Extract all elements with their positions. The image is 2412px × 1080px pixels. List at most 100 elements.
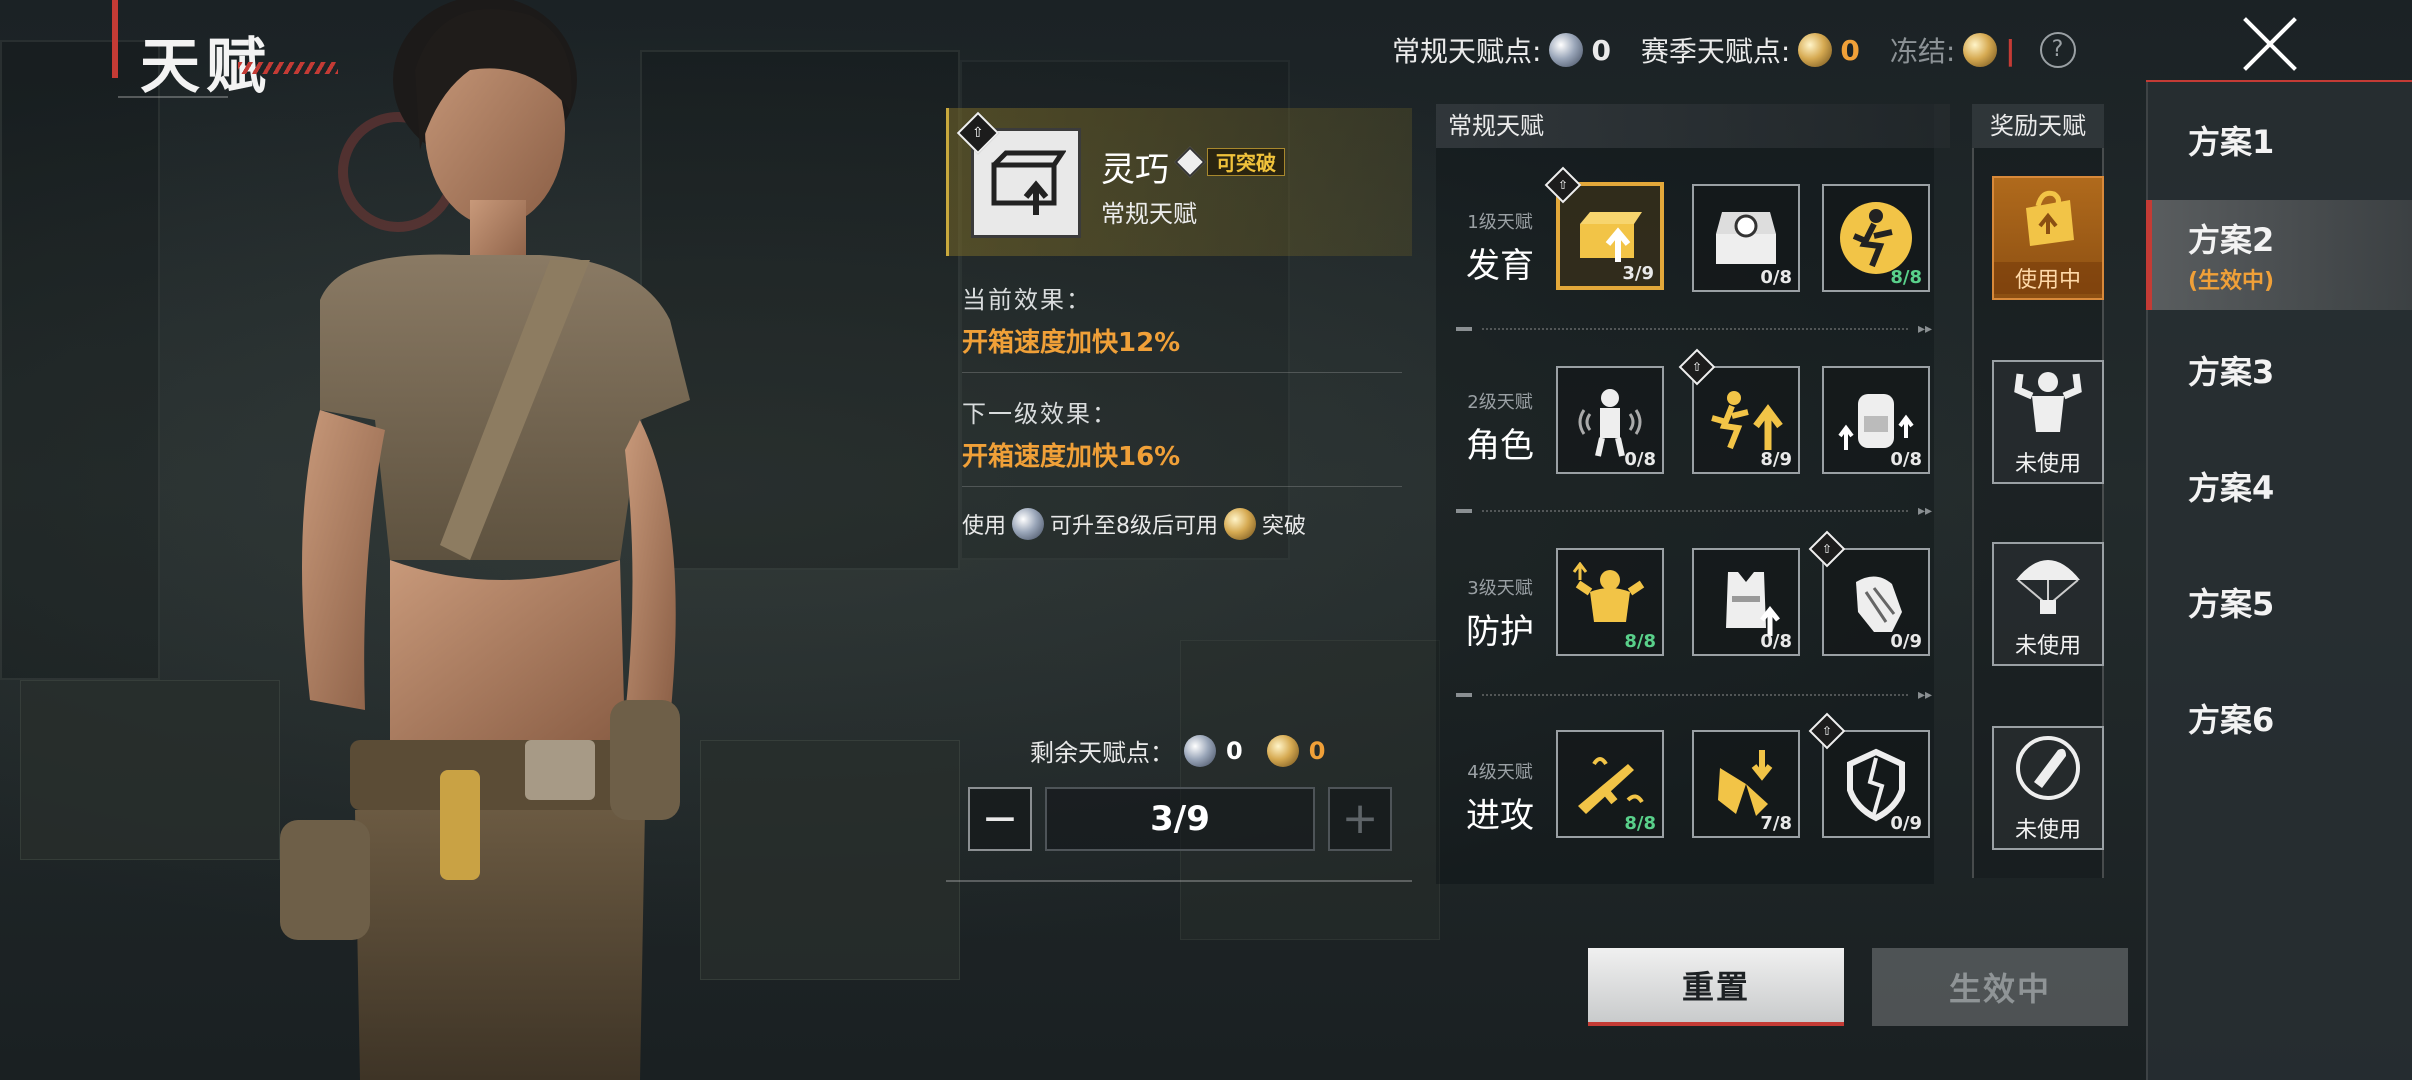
vest-up-icon [1726,572,1780,636]
remaining-silver: 0 [1226,736,1243,765]
gold-point-icon [1224,508,1257,540]
plan-label: 方案1 [2188,123,2275,161]
parachute-icon [2016,560,2080,614]
tier-separator: ▸▸ [1456,503,1932,519]
plan-tab-5[interactable]: 方案5 [2146,552,2412,652]
decrease-button[interactable]: − [968,787,1032,851]
character-figure [280,0,690,1080]
plan-tab-6[interactable]: 方案6 [2146,668,2412,768]
regular-points-label: 常规天赋点: [1392,35,1542,68]
plan-active-tag: (生效中) [2188,269,2275,294]
breakthrough-hint: 使用 可升至8级后可用 突破 [962,508,1306,540]
node-count: 8/8 [1624,813,1656,834]
gold-point-icon [1798,33,1833,67]
node-count: 0/9 [1890,631,1922,652]
tier-label: 1级天赋发育 [1450,208,1550,287]
gold-point-icon [1963,33,1998,67]
talent-node-crate[interactable]: 0/8 [1692,184,1800,292]
sprint-up-icon [1711,391,1783,450]
increase-button[interactable]: + [1328,787,1392,851]
plan-tab-2[interactable]: 方案2 (生效中) [2146,200,2412,310]
talent-node-sprint[interactable]: ⇧ 8/9 [1678,348,1800,474]
season-points-label: 赛季天赋点: [1640,35,1791,68]
plan-tab-3[interactable]: 方案3 [2146,320,2412,420]
bonus-state: 未使用 [2014,452,2081,477]
talent-node-rifle[interactable]: 8/8 [1556,730,1664,838]
talent-node-bullet[interactable]: 7/8 [1692,730,1800,838]
talent-node-glove[interactable]: ⇧ 0/9 [1808,530,1930,656]
tier-name: 防护 [1466,612,1534,652]
plan-label: 方案3 [2188,353,2275,391]
help-icon[interactable]: ? [2039,32,2076,68]
flex-soldier-icon [2014,372,2082,432]
silver-point-icon [1549,33,1584,67]
talent-node-runner[interactable]: 8/8 [1822,184,1930,292]
bonus-talent-title: 奖励天赋 [1972,104,2104,148]
tier-label: 2级天赋 角色 [1450,388,1550,467]
crate-open-icon [1716,212,1776,264]
talent-node-muscle[interactable]: 8/8 [1556,548,1664,656]
current-effect-value: 开箱速度加快12% [962,328,1181,358]
talent-node-armor-break[interactable]: ⇧ 0/9 [1808,712,1930,838]
talent-node-vest[interactable]: 0/8 [1692,548,1800,656]
tier-label: 4级天赋 进攻 [1450,758,1550,837]
bonus-state: 未使用 [2014,818,2081,843]
node-count: 8/8 [1890,267,1922,288]
tier-name: 发育 [1466,246,1534,286]
bonus-talent-supply[interactable]: 使用中 [1992,176,2104,300]
plan-tab-4[interactable]: 方案4 [2146,436,2412,536]
freeze-label: 冻结: [1889,35,1956,68]
shelf [0,40,160,680]
tier-level: 1级天赋 [1467,212,1533,233]
talent-node-lockbox[interactable]: ⇧ 3/9 [1544,166,1664,290]
breakthrough-badge: 可突破 [1174,146,1285,178]
title-accent [112,0,118,78]
bonus-talent-flex[interactable]: 未使用 [1992,360,2104,484]
armor-break-icon [1847,748,1905,822]
bonus-state: 使用中 [1994,262,2102,294]
gold-point-icon [1266,734,1299,767]
talent-header: ⇧ 灵巧 可突破 常规天赋 [946,108,1412,256]
supply-bag-icon [2026,190,2074,246]
points-bar: 常规天赋点: 0 赛季天赋点: 0 冻结: | ? [1392,30,2076,70]
remaining-label: 剩余天赋点： [1030,739,1174,767]
breakthrough-label: 可突破 [1207,148,1285,176]
plan-label: 方案2 [2188,221,2275,259]
silver-point-icon [1012,508,1045,540]
node-count: 8/8 [1624,631,1656,652]
tier-separator: ▸▸ [1456,321,1932,337]
hint-suffix: 突破 [1262,514,1307,539]
node-count: 0/8 [1760,267,1792,288]
plan-tab-1[interactable]: 方案1 [2146,90,2412,190]
close-icon[interactable] [2240,14,2300,74]
tier-level: 3级天赋 [1467,578,1533,599]
bonus-talent-shell[interactable]: 未使用 [1992,726,2104,850]
panel-underline [946,880,1412,882]
talent-node-sound[interactable]: 0/8 [1556,366,1664,474]
tier-label: 3级天赋防护 [1450,574,1550,653]
bonus-talent-parachute[interactable]: 未使用 [1992,542,2104,666]
bullet-hit-icon [1718,750,1773,816]
talent-type: 常规天赋 [1101,200,1197,228]
bonus-state: 未使用 [2014,634,2081,659]
node-count: 3/9 [1622,263,1654,284]
hint-middle: 可升至8级后可用 [1050,514,1219,539]
tier-level: 2级天赋 [1467,392,1533,413]
tier-name: 进攻 [1466,796,1534,836]
next-effect-label: 下一级效果： [962,400,1118,428]
talent-node-backpack[interactable]: 0/8 [1822,366,1930,474]
season-points-value: 0 [1840,33,1860,67]
plan-label: 方案4 [2188,469,2275,507]
plan-label: 方案6 [2188,701,2275,739]
freeze-value: | [2005,33,2016,67]
apply-button[interactable]: 生效中 [1872,948,2128,1026]
divider [962,486,1402,487]
node-count: 7/8 [1760,813,1792,834]
silver-point-icon [1184,734,1216,767]
shell-icon [2016,736,2080,800]
reset-button[interactable]: 重置 [1588,948,1844,1026]
remaining-points: 剩余天赋点： 0 0 [1030,733,1325,768]
plan-label: 方案5 [2188,585,2275,623]
rifle-up-icon [1578,757,1644,814]
regular-points-value: 0 [1591,33,1611,67]
